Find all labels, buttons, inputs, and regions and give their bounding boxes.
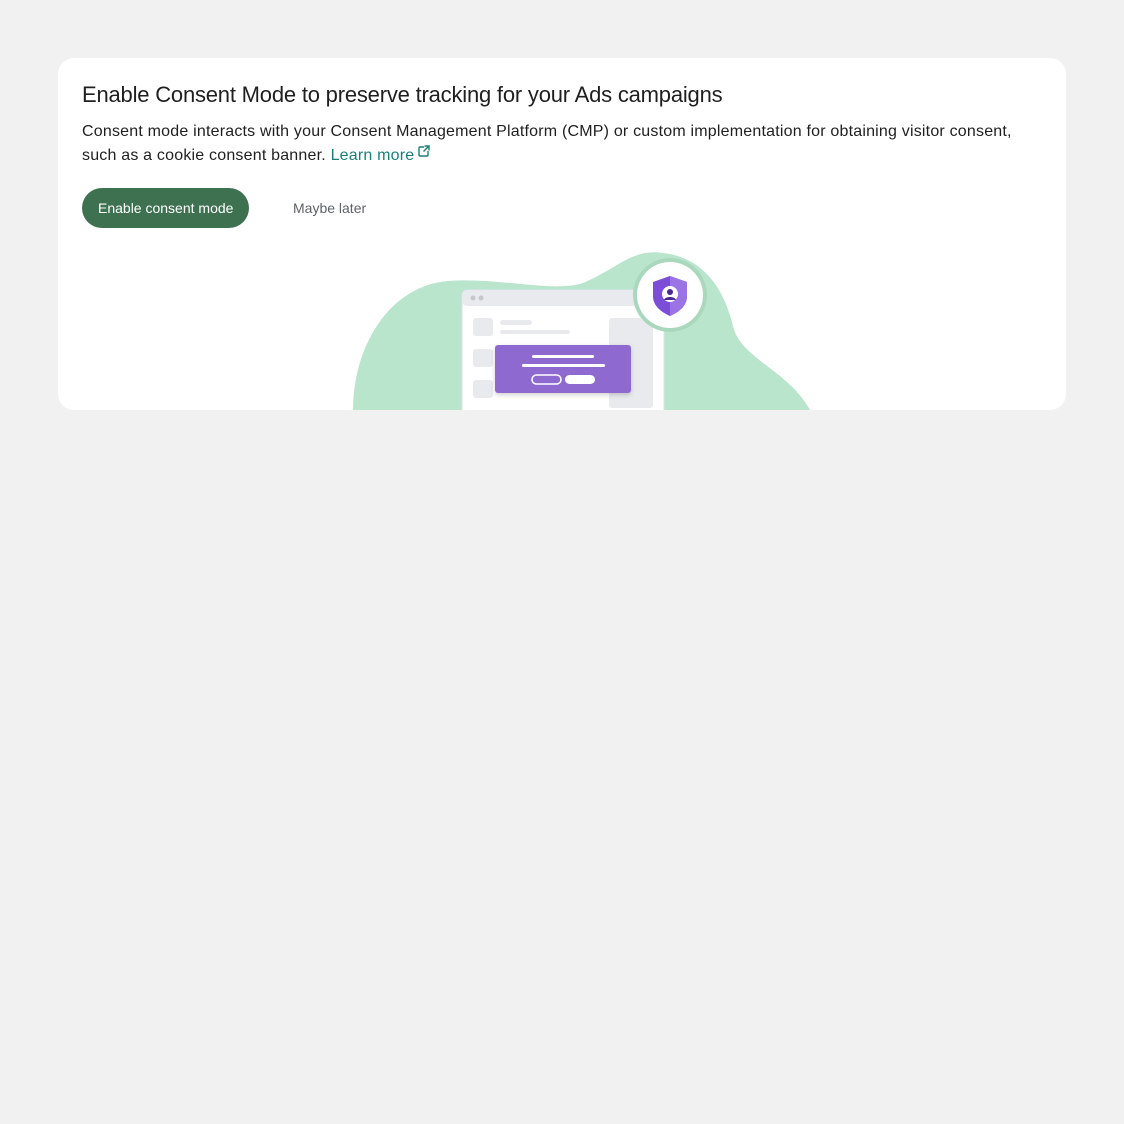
learn-more-label: Learn more (330, 147, 415, 164)
card-description: Consent mode interacts with your Consent… (82, 120, 1032, 168)
card-title: Enable Consent Mode to preserve tracking… (82, 82, 723, 107)
consent-mode-card: Enable Consent Mode to preserve tracking… (58, 58, 1066, 410)
description-text: Consent mode interacts with your Consent… (82, 123, 1012, 164)
browser-window-graphic (461, 289, 665, 410)
consent-banner-graphic (495, 345, 631, 393)
learn-more-link[interactable]: Learn more (330, 145, 432, 164)
open-in-new-icon (417, 142, 431, 166)
green-blob-shape (353, 252, 810, 410)
maybe-later-button[interactable]: Maybe later (282, 188, 377, 228)
privacy-shield-icon (633, 258, 707, 332)
consent-illustration (353, 252, 810, 410)
enable-consent-mode-button[interactable]: Enable consent mode (82, 188, 250, 228)
